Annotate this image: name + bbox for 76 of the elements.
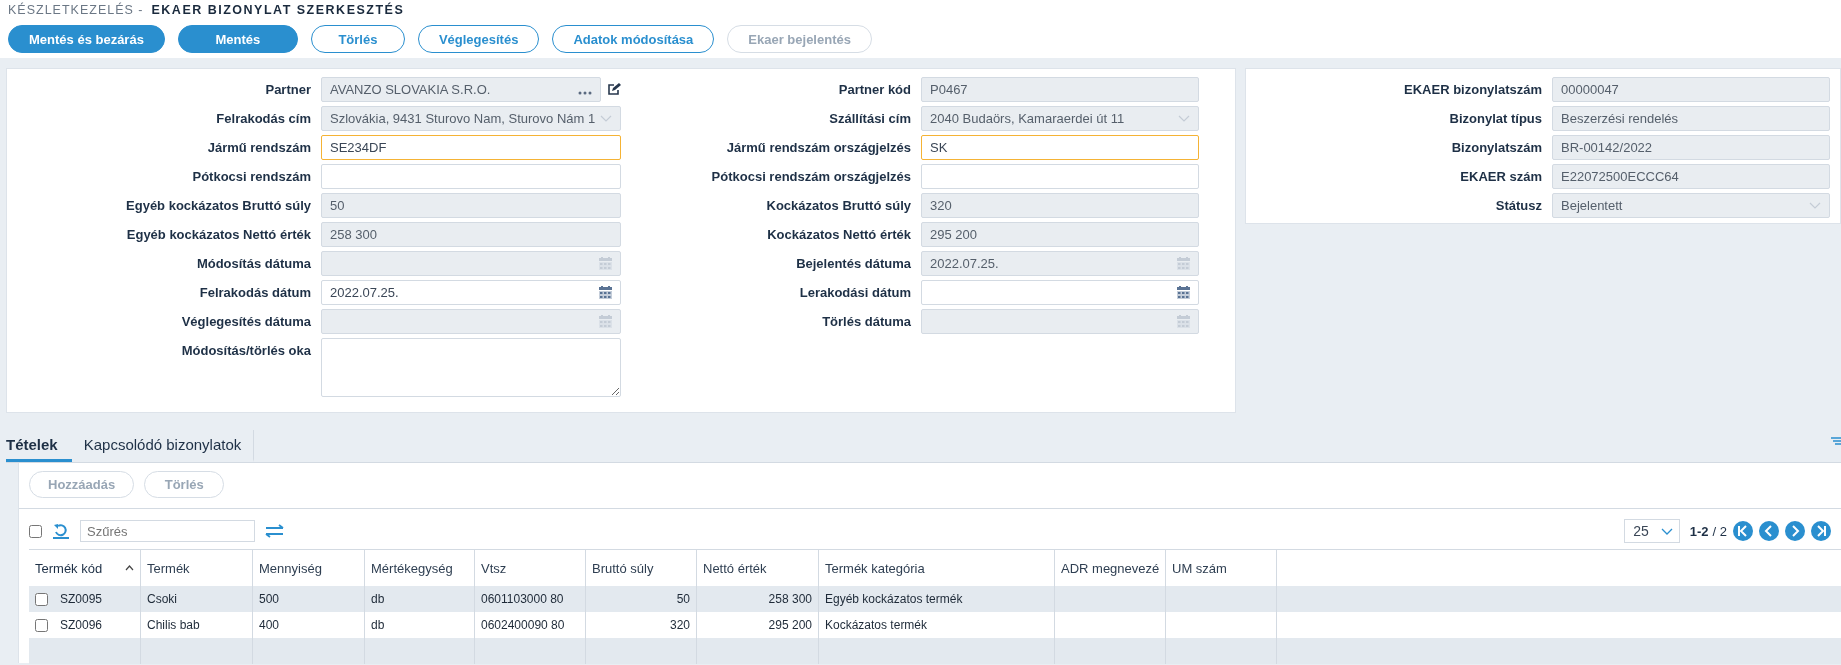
- field-label: Lerakodási dátum: [798, 284, 911, 302]
- page-size-dropdown[interactable]: 25: [1624, 519, 1680, 543]
- field-label: EKAER bizonylatszám: [1403, 81, 1542, 99]
- table-cell: 0602400090 80: [481, 618, 565, 632]
- field-label: Felrakodás dátum: [198, 284, 311, 302]
- input-field[interactable]: [321, 164, 621, 189]
- tab[interactable]: Kapcsolódó bizonylatok: [83, 430, 255, 462]
- field-label: Státusz: [1494, 197, 1542, 215]
- table-cell: db: [371, 618, 385, 632]
- field-label: Felrakodás cím: [215, 110, 311, 128]
- field-label: Egyéb kockázatos Bruttó súly: [125, 197, 311, 215]
- table-cell: Kockázatos termék: [825, 618, 928, 632]
- field-label: Jármű rendszám: [206, 139, 311, 157]
- table-cell: SZ0096: [60, 618, 103, 632]
- field-label: Partner: [264, 81, 311, 99]
- field-label: Kockázatos Nettó érték: [766, 226, 911, 244]
- edit-icon[interactable]: [607, 83, 621, 96]
- table-cell: 258 300: [768, 592, 812, 606]
- breadcrumb: KÉSZLETKEZELÉS -: [8, 3, 144, 17]
- table-cell: db: [371, 592, 385, 606]
- table-cell: Csoki: [147, 592, 177, 606]
- table-cell: Chilis bab: [147, 618, 200, 632]
- row-checkbox[interactable]: [35, 592, 48, 606]
- swap-icon[interactable]: [265, 524, 285, 538]
- filter-field[interactable]: Szűrés: [80, 520, 255, 542]
- chevron-down-icon: [600, 115, 612, 122]
- field-label: Partner kód: [837, 81, 911, 99]
- input-field[interactable]: [921, 164, 1199, 189]
- field-label: Véglegesítés dátuma: [180, 313, 311, 331]
- refresh-icon[interactable]: [52, 523, 70, 539]
- chevron-down-icon: [1178, 115, 1190, 122]
- row-checkbox[interactable]: [35, 618, 48, 632]
- table-cell: 500: [259, 592, 280, 606]
- sort-ascending-icon: [125, 565, 134, 571]
- input-field[interactable]: SE234DF: [321, 135, 621, 160]
- table-cell: 320: [669, 618, 690, 632]
- toolbar-button[interactable]: Véglegesítés: [417, 25, 540, 53]
- page-title: EKAER BIZONYLAT SZERKESZTÉS: [151, 3, 405, 17]
- toolbar-button[interactable]: Mentés és bezárás: [8, 25, 165, 53]
- table-cell: 400: [259, 618, 280, 632]
- table-cell: 295 200: [768, 618, 812, 632]
- date-field[interactable]: 2022.07.25.: [321, 280, 621, 305]
- toolbar-button[interactable]: Törlés: [310, 25, 405, 53]
- date-field[interactable]: [921, 280, 1199, 305]
- page-range: 1-2: [1689, 523, 1709, 539]
- next-page-icon[interactable]: [1785, 521, 1805, 541]
- filter-icon[interactable]: [1831, 436, 1841, 446]
- field-label: Pótkocsi rendszám: [191, 168, 311, 186]
- calendar-icon[interactable]: [1177, 286, 1190, 299]
- input-field[interactable]: SK: [921, 135, 1199, 160]
- toolbar-button[interactable]: Adatok módosítása: [552, 25, 715, 53]
- first-page-icon[interactable]: [1733, 521, 1753, 541]
- table-cell: SZ0095: [60, 592, 103, 606]
- field-label: Egyéb kockázatos Nettó érték: [125, 226, 311, 244]
- field-label: Módosítás dátuma: [195, 255, 311, 273]
- field-label: Jármű rendszám országjelzés: [725, 139, 911, 157]
- previous-page-icon[interactable]: [1759, 521, 1779, 541]
- field-label: Kockázatos Bruttó súly: [765, 197, 911, 215]
- chevron-down-icon: [1660, 527, 1673, 535]
- field-label: EKAER szám: [1459, 168, 1542, 186]
- table-cell: 0601103000 80: [481, 592, 564, 606]
- field-label: Bizonylatszám: [1450, 139, 1542, 157]
- chevron-down-icon: [1809, 202, 1821, 209]
- toolbar-button[interactable]: Mentés: [177, 25, 298, 53]
- last-page-icon[interactable]: [1811, 521, 1831, 541]
- calendar-icon[interactable]: [599, 286, 612, 299]
- field-label: Bizonylat típus: [1448, 110, 1542, 128]
- page-total: / 2: [1712, 523, 1727, 539]
- select-all-checkbox[interactable]: [29, 524, 42, 538]
- field-label: Bejelentés dátuma: [795, 255, 911, 273]
- table-cell: 50: [676, 592, 690, 606]
- field-label: Pótkocsi rendszám országjelzés: [710, 168, 911, 186]
- field-label: Módosítás/törlés oka: [180, 342, 311, 360]
- field-label: Törlés dátuma: [821, 313, 911, 331]
- table-cell: Egyéb kockázatos termék: [825, 592, 963, 606]
- field-label: Szállítási cím: [828, 110, 911, 128]
